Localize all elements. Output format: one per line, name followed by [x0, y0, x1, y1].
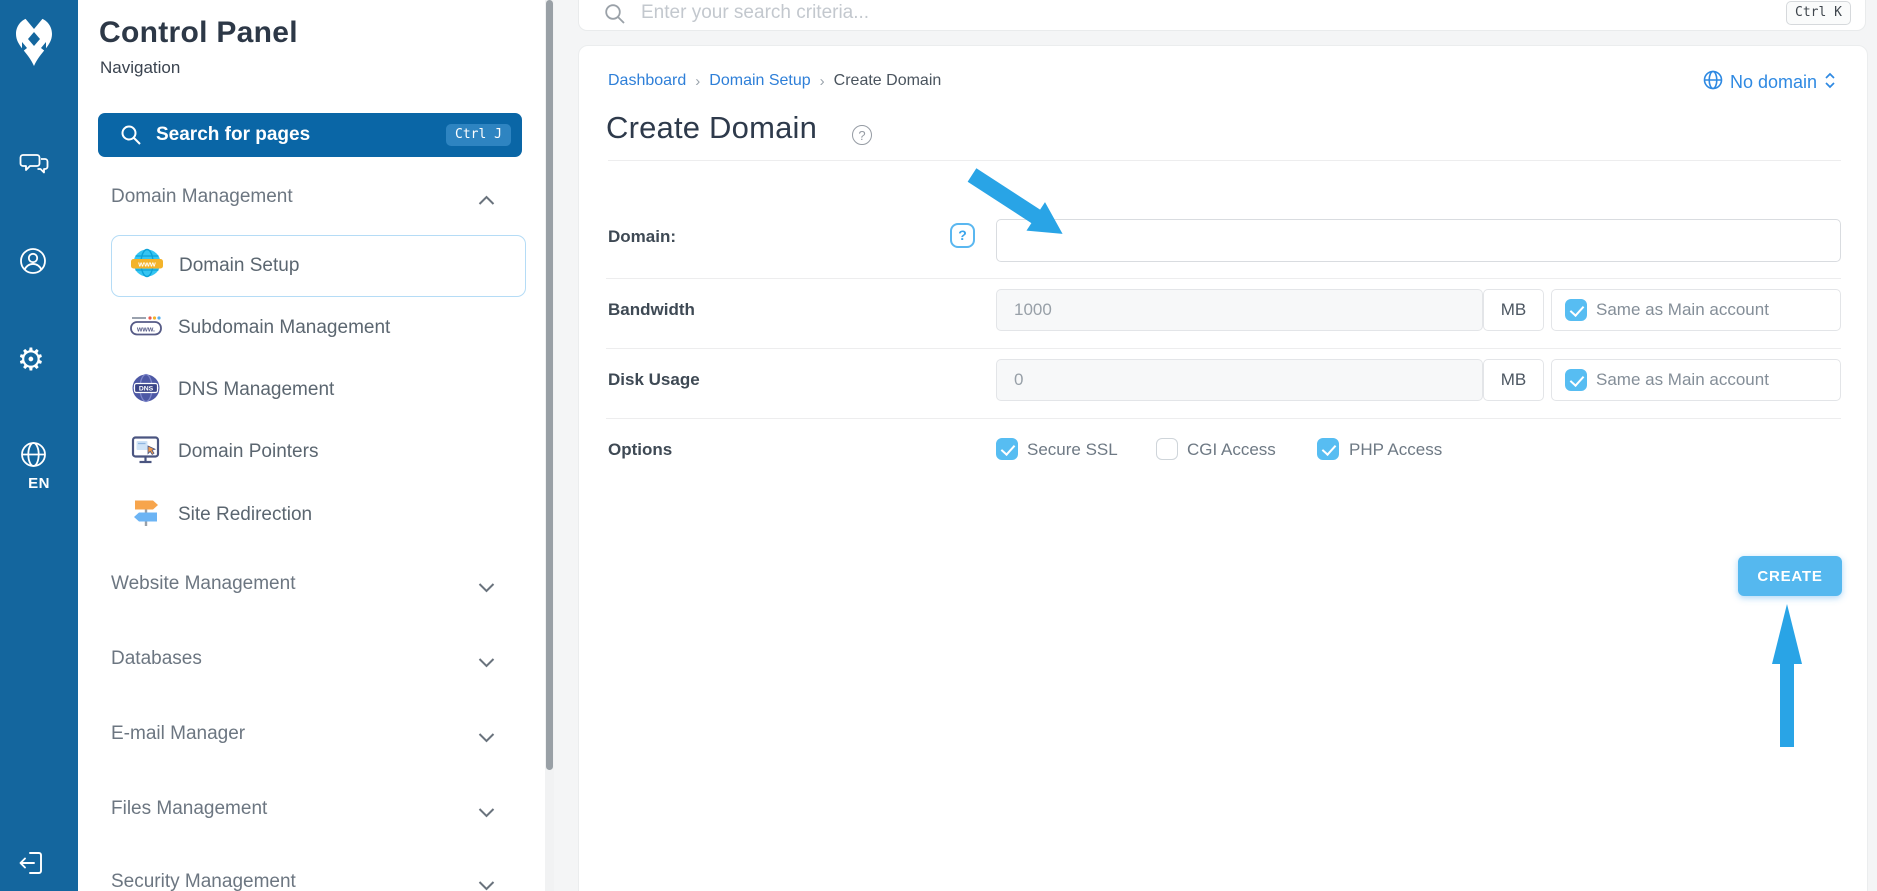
disk-usage-label: Disk Usage — [608, 370, 700, 390]
sidebar-item-site-redirection[interactable]: Site Redirection — [111, 484, 526, 546]
disk-usage-unit: MB — [1483, 359, 1544, 401]
domain-help-icon[interactable]: ? — [950, 223, 975, 248]
svg-text:www.: www. — [136, 326, 155, 333]
monitor-pointer-icon — [129, 433, 163, 472]
chevron-down-icon — [478, 727, 495, 749]
sidebar-scrollbar[interactable] — [545, 0, 554, 891]
sidebar-section-databases[interactable]: Databases — [111, 648, 503, 670]
page-help-icon[interactable]: ? — [852, 125, 872, 145]
sidebar-section-security-management[interactable]: Security Management — [111, 871, 503, 891]
section-label: E-mail Manager — [111, 723, 245, 744]
bandwidth-label: Bandwidth — [608, 300, 695, 320]
sidebar-item-domain-setup[interactable]: www Domain Setup — [111, 235, 526, 297]
sidebar-title: Control Panel — [99, 16, 298, 50]
title-divider — [608, 160, 1841, 161]
globe-icon — [1703, 70, 1723, 95]
sidebar-item-label: DNS Management — [178, 379, 334, 401]
signpost-icon — [129, 496, 163, 535]
section-label: Domain Management — [111, 186, 293, 207]
language-globe-icon[interactable] — [20, 441, 47, 473]
create-button[interactable]: CREATE — [1738, 556, 1842, 596]
options-label: Options — [608, 440, 672, 460]
create-domain-page: Dashboard › Domain Setup › Create Domain… — [578, 45, 1868, 891]
section-label: Security Management — [111, 871, 296, 891]
breadcrumb-separator: › — [695, 73, 700, 90]
search-icon — [604, 3, 626, 30]
domain-label: Domain: — [608, 227, 676, 247]
bandwidth-same-label: Same as Main account — [1596, 300, 1769, 320]
sidebar-item-subdomain-management[interactable]: www. Subdomain Management — [111, 297, 526, 359]
annotation-arrow-create-button — [1770, 602, 1804, 802]
bandwidth-unit: MB — [1483, 289, 1544, 331]
settings-gear-icon[interactable]: ⚙ — [17, 344, 45, 375]
cgi-access-label[interactable]: CGI Access — [1187, 440, 1276, 460]
sidebar-section-files-management[interactable]: Files Management — [111, 798, 503, 820]
sidebar-subtitle: Navigation — [100, 58, 180, 78]
sidebar-section-website-management[interactable]: Website Management — [111, 573, 503, 595]
sidebar-item-label: Subdomain Management — [178, 317, 390, 339]
logout-icon[interactable] — [18, 848, 46, 883]
language-code[interactable]: EN — [0, 475, 78, 492]
sidebar-section-email-manager[interactable]: E-mail Manager — [111, 723, 503, 745]
app-logo-icon[interactable] — [11, 14, 57, 75]
browser-www-icon: www. — [129, 309, 163, 348]
section-label: Databases — [111, 648, 202, 669]
php-access-label[interactable]: PHP Access — [1349, 440, 1442, 460]
dns-globe-icon: DNS — [129, 371, 163, 410]
sidebar-search-button[interactable]: Search for pages Ctrl J — [98, 113, 522, 157]
bandwidth-same-as-main[interactable]: Same as Main account — [1551, 289, 1841, 331]
sidebar-item-domain-pointers[interactable]: Domain Pointers — [111, 421, 526, 483]
breadcrumb-separator: › — [820, 73, 825, 90]
disk-usage-input — [996, 359, 1483, 401]
chevron-down-icon — [478, 875, 495, 891]
svg-text:DNS: DNS — [139, 385, 154, 392]
page-title: Create Domain — [606, 110, 817, 146]
chevron-down-icon — [478, 802, 495, 824]
globe-www-icon: www — [130, 247, 164, 286]
chevron-down-icon — [478, 652, 495, 674]
sidebar-search-label: Search for pages — [156, 124, 310, 146]
sidebar-section-domain-management[interactable]: Domain Management — [111, 186, 503, 208]
chevron-up-icon — [478, 190, 495, 212]
disk-same-checkbox[interactable] — [1565, 369, 1587, 391]
bandwidth-same-checkbox[interactable] — [1565, 299, 1587, 321]
sidebar-item-label: Domain Setup — [179, 255, 299, 277]
disk-same-as-main[interactable]: Same as Main account — [1551, 359, 1841, 401]
sidebar-navigation: Control Panel Navigation Search for page… — [78, 0, 545, 891]
breadcrumb-domain-setup[interactable]: Domain Setup — [709, 72, 810, 90]
global-search-shortcut: Ctrl K — [1786, 1, 1851, 25]
sidebar-search-shortcut: Ctrl J — [446, 124, 511, 146]
search-icon — [120, 124, 142, 151]
sidebar-item-dns-management[interactable]: DNS DNS Management — [111, 359, 526, 421]
domain-selector-label: No domain — [1730, 72, 1817, 93]
support-chat-icon[interactable] — [19, 150, 49, 183]
secure-ssl-checkbox[interactable] — [996, 438, 1018, 460]
breadcrumb-current: Create Domain — [834, 72, 942, 90]
domain-selector-dropdown[interactable]: No domain — [1703, 70, 1836, 95]
global-search-bar[interactable]: Enter your search criteria... Ctrl K — [578, 0, 1866, 31]
cgi-access-checkbox[interactable] — [1156, 438, 1178, 460]
breadcrumb-dashboard[interactable]: Dashboard — [608, 72, 686, 90]
sort-chevrons-icon — [1824, 72, 1836, 94]
bandwidth-input — [996, 289, 1483, 331]
sidebar-item-label: Domain Pointers — [178, 441, 318, 463]
icon-rail: ⚙ EN — [0, 0, 78, 891]
section-label: Files Management — [111, 798, 267, 819]
secure-ssl-label[interactable]: Secure SSL — [1027, 440, 1118, 460]
section-label: Website Management — [111, 573, 295, 594]
sidebar-item-label: Site Redirection — [178, 504, 312, 526]
scrollbar-thumb[interactable] — [546, 0, 553, 770]
app-root: ⚙ EN Control Panel Navigation — [0, 0, 1877, 891]
chevron-down-icon — [478, 577, 495, 599]
user-account-icon[interactable] — [19, 247, 47, 280]
breadcrumb: Dashboard › Domain Setup › Create Domain — [608, 72, 941, 90]
domain-input[interactable] — [996, 219, 1841, 262]
php-access-checkbox[interactable] — [1317, 438, 1339, 460]
disk-same-label: Same as Main account — [1596, 370, 1769, 390]
svg-text:www: www — [137, 259, 156, 268]
global-search-placeholder: Enter your search criteria... — [641, 2, 869, 24]
